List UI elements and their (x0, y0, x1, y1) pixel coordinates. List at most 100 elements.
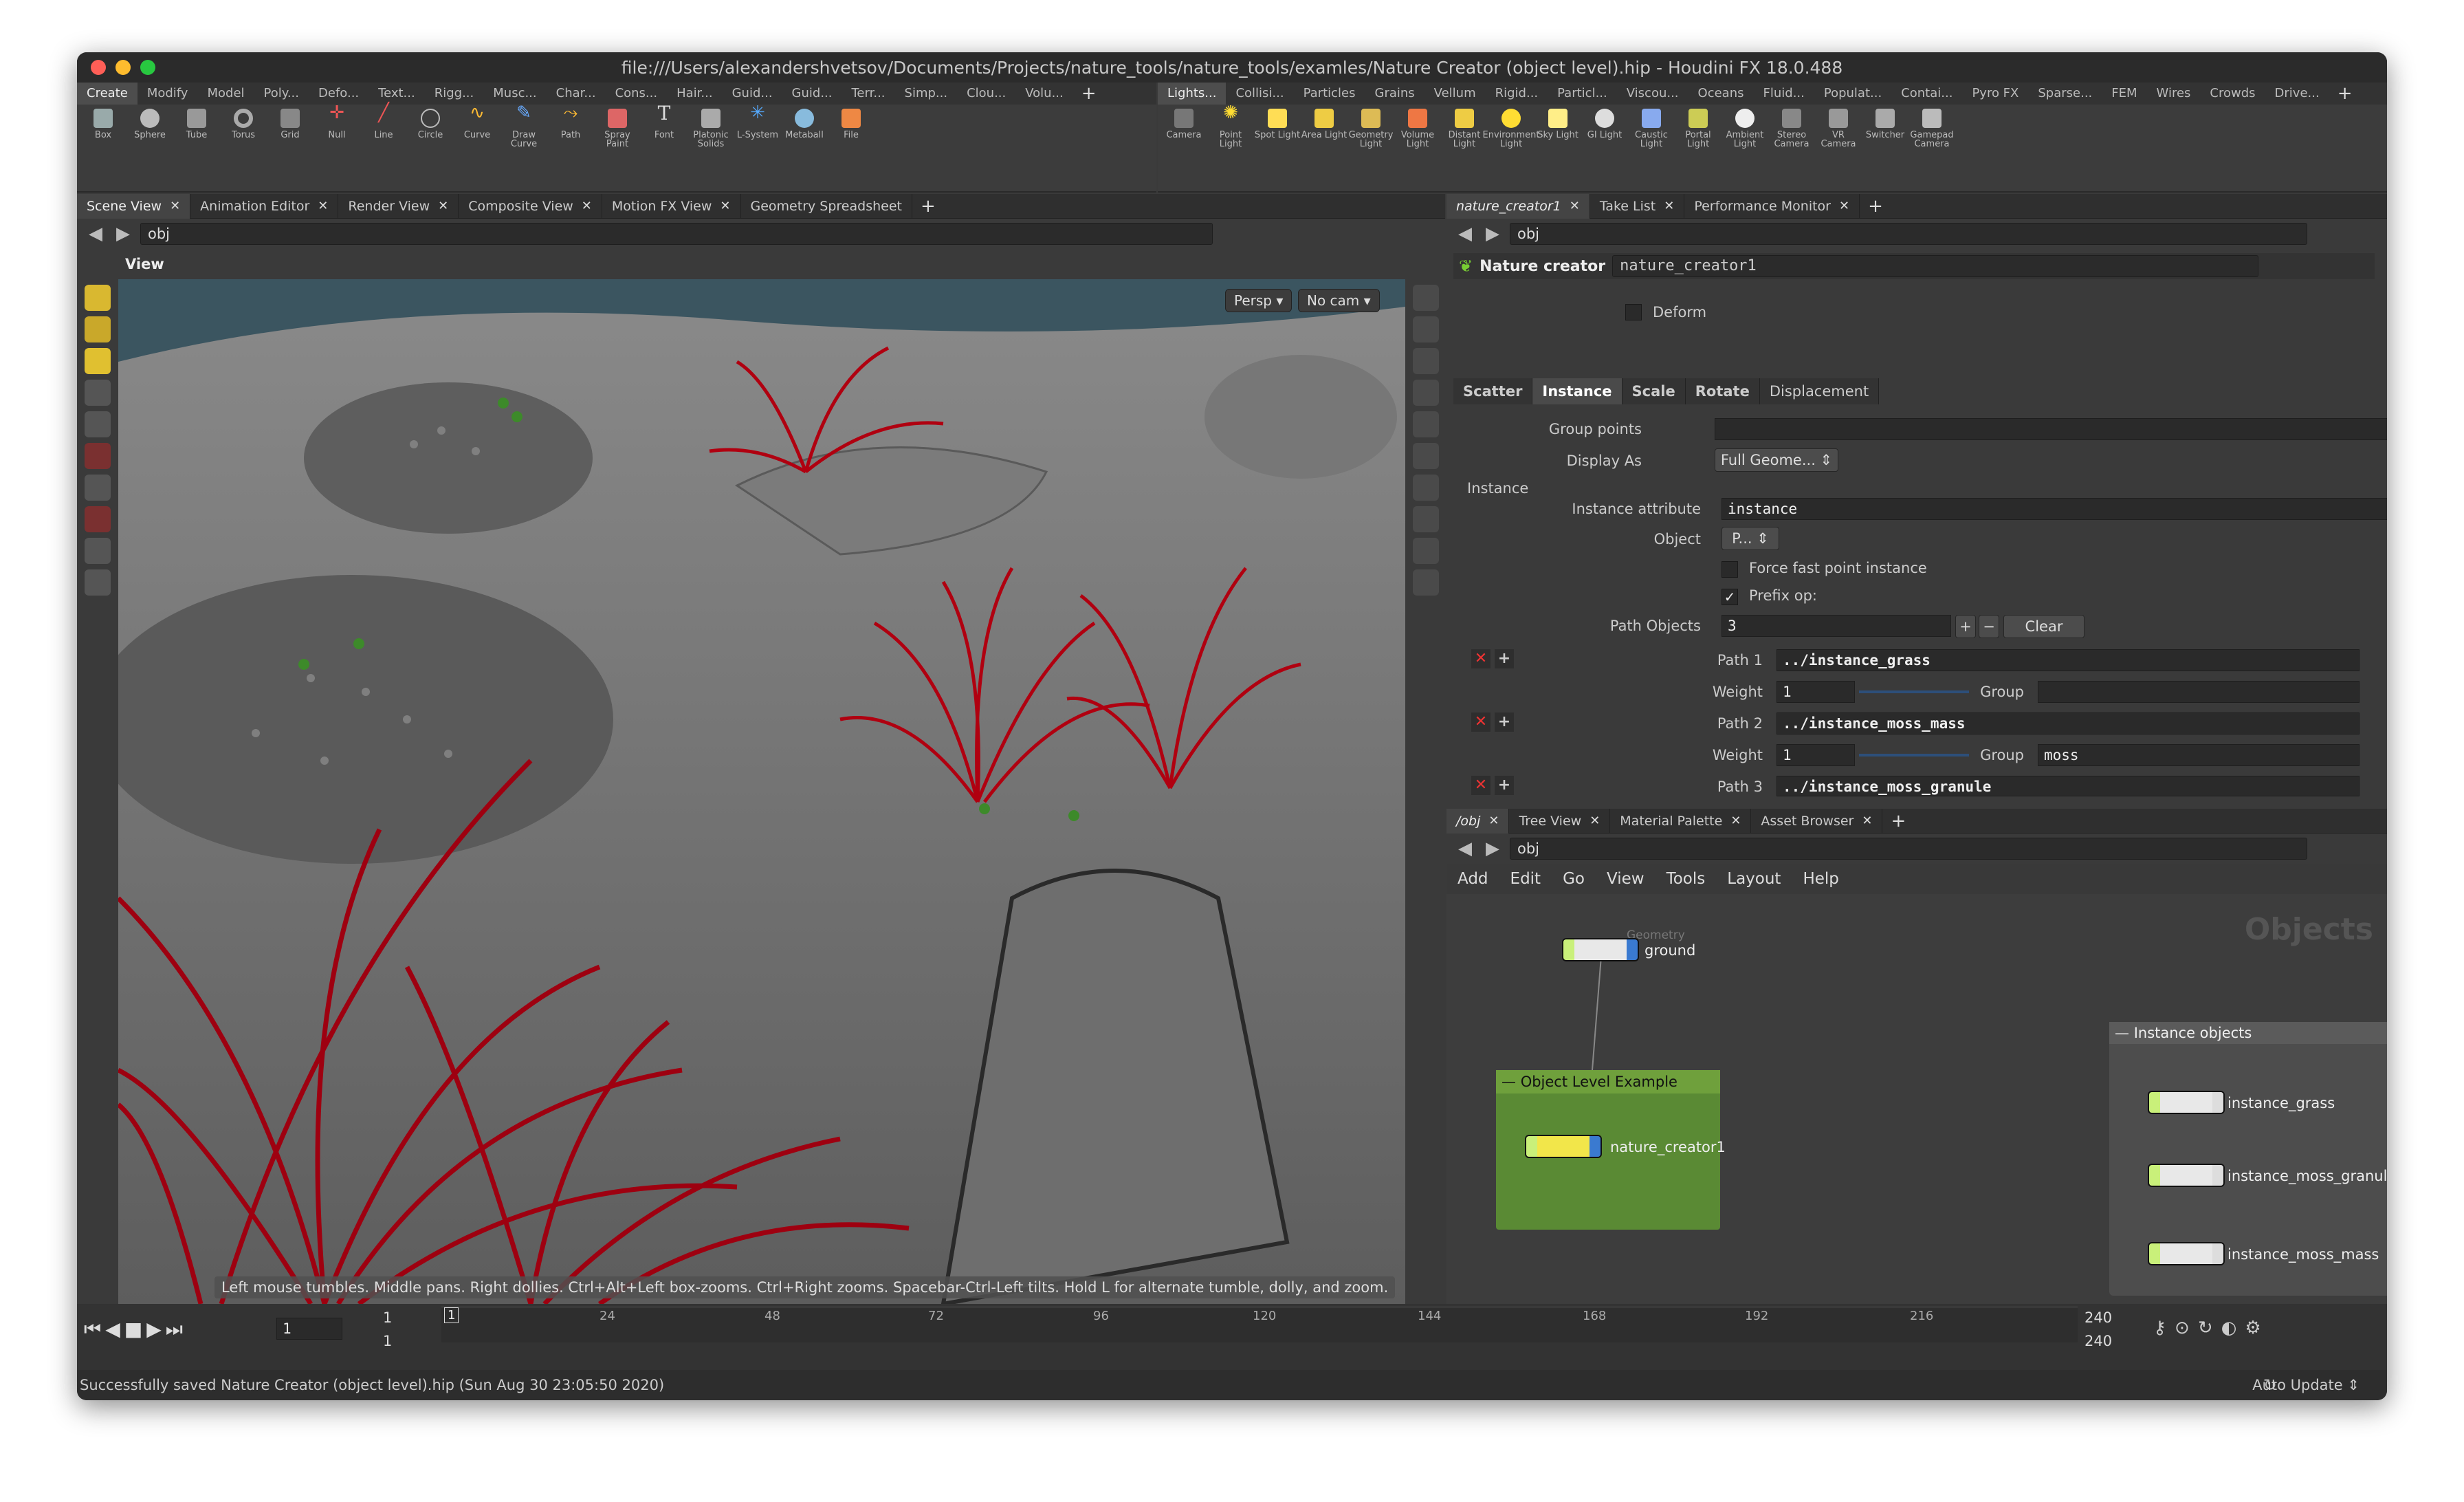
path-objects-count[interactable]: 3 (1722, 615, 1951, 637)
close-icon[interactable]: ✕ (1664, 194, 1674, 219)
light-icon[interactable] (1413, 411, 1439, 437)
add-tab-icon[interactable]: + (912, 196, 944, 217)
node-name-field[interactable]: nature_creator1 (1612, 255, 2259, 277)
shelf-tab[interactable]: Simp... (895, 83, 958, 105)
network-path-field[interactable]: obj (1510, 838, 2307, 860)
prefix-checkbox[interactable]: ✓ (1722, 589, 1738, 605)
path-field[interactable]: ../instance_grass (1776, 649, 2360, 671)
shelf-tab[interactable]: Particl... (1548, 83, 1617, 105)
rotate-tool-icon[interactable] (85, 348, 111, 374)
shelf-tab[interactable]: Hair... (667, 83, 722, 105)
subtab-displacement[interactable]: Displacement (1759, 378, 1880, 404)
tab-material-palette[interactable]: Material Palette ✕ (1610, 808, 1752, 834)
end-frame[interactable]: 240 (2084, 1309, 2112, 1326)
point-display-icon[interactable] (1413, 506, 1439, 532)
weight-slider[interactable] (1859, 690, 1969, 693)
insert-entry-icon[interactable]: + (1495, 712, 1514, 732)
tool-gamepad-camera[interactable]: Gamepad Camera (1908, 109, 1955, 149)
start-frame[interactable]: 1 (383, 1309, 392, 1326)
camera-dropdown[interactable]: No cam ▾ (1298, 289, 1380, 312)
tool-curve[interactable]: ∿ Curve (454, 104, 500, 149)
tab-render-view[interactable]: Render View ✕ (338, 193, 459, 219)
path-field[interactable]: ../instance_moss_granule (1776, 776, 2360, 796)
info-icon[interactable] (1413, 569, 1439, 596)
tool-torus[interactable]: Torus (220, 109, 267, 149)
shelf-tab[interactable]: Musc... (483, 83, 546, 105)
lock-camera-icon[interactable] (1413, 348, 1439, 374)
ghost-icon[interactable] (1413, 380, 1439, 406)
tool-tube[interactable]: Tube (173, 109, 220, 149)
playhead[interactable]: 1 (444, 1307, 459, 1323)
tool-volume-light[interactable]: Volume Light (1394, 109, 1441, 149)
shading-icon[interactable] (1413, 316, 1439, 342)
tool-ambient-light[interactable]: Ambient Light (1722, 109, 1768, 149)
shelf-tab[interactable]: Model (197, 83, 254, 105)
realtime-icon[interactable]: ⊙ (2175, 1318, 2190, 1338)
add-shelf-icon[interactable]: + (2329, 83, 2361, 104)
close-icon[interactable]: ✕ (1570, 194, 1580, 219)
back-arrow-icon[interactable]: ◀ (1455, 838, 1475, 859)
subtab-rotate[interactable]: Rotate (1685, 378, 1760, 404)
tool-file[interactable]: File (828, 109, 874, 149)
tab-performance-monitor[interactable]: Performance Monitor ✕ (1684, 193, 1860, 219)
shelf-tab[interactable]: Create (77, 83, 138, 105)
group-field[interactable] (2038, 681, 2360, 703)
tool-area-light[interactable]: Area Light (1301, 109, 1348, 149)
normals-icon[interactable] (1413, 538, 1439, 564)
tab-motion-fx-view[interactable]: Motion FX View ✕ (602, 193, 741, 219)
shelf-tab[interactable]: Oceans (1688, 83, 1754, 105)
close-icon[interactable]: ✕ (438, 194, 448, 219)
object-dropdown[interactable]: P... ⇕ (1722, 527, 1779, 550)
group-points-field[interactable] (1715, 418, 2387, 440)
remove-multiparm-icon[interactable]: − (1979, 615, 1999, 638)
close-icon[interactable]: ✕ (1862, 809, 1872, 834)
tool-line[interactable]: ╱ Line (360, 104, 407, 149)
close-icon[interactable]: ✕ (1730, 809, 1741, 834)
tool-spray-paint[interactable]: Spray Paint (594, 109, 641, 149)
remove-entry-icon[interactable]: ✕ (1471, 776, 1490, 795)
tool-circle[interactable]: Circle (407, 109, 454, 149)
close-icon[interactable]: ✕ (582, 194, 592, 219)
visibility-icon[interactable] (85, 538, 111, 564)
persp-dropdown[interactable]: Persp ▾ (1225, 289, 1292, 312)
update-mode-dropdown[interactable]: Auto Update ⇕ (2252, 1377, 2360, 1393)
forward-arrow-icon[interactable]: ▶ (1482, 838, 1503, 859)
key-icon[interactable]: ⚷ (2153, 1318, 2166, 1338)
headlight-icon[interactable] (1413, 443, 1439, 469)
close-icon[interactable]: ✕ (1839, 194, 1849, 219)
timeline-track[interactable]: 24 48 72 96 120 144 168 192 216 1 (441, 1307, 2078, 1342)
insert-entry-icon[interactable]: + (1495, 776, 1514, 795)
tab-scene-view[interactable]: Scene View ✕ (77, 193, 191, 219)
instance-grass-node[interactable] (2148, 1091, 2225, 1114)
tool-distant-light[interactable]: Distant Light (1441, 109, 1488, 149)
instance-moss-granule-node[interactable] (2148, 1164, 2225, 1187)
tab-obj[interactable]: /obj ✕ (1446, 808, 1510, 834)
close-icon[interactable]: ✕ (720, 194, 730, 219)
shelf-tab[interactable]: Crowds (2200, 83, 2265, 105)
camera-tool-icon[interactable] (85, 569, 111, 596)
weight-slider[interactable] (1859, 754, 1969, 757)
loop-icon[interactable]: ↻ (2198, 1318, 2213, 1338)
shelf-tab[interactable]: Text... (368, 83, 425, 105)
tab-take-list[interactable]: Take List ✕ (1590, 193, 1685, 219)
display-options-icon[interactable] (1413, 285, 1439, 311)
insert-entry-icon[interactable]: + (1495, 649, 1514, 668)
play-icon[interactable]: ▶ (146, 1318, 162, 1341)
ground-node[interactable] (1562, 938, 1639, 961)
clear-button[interactable]: Clear (2003, 615, 2084, 638)
close-icon[interactable]: ✕ (318, 194, 328, 219)
shelf-tab[interactable]: Sparse... (2028, 83, 2102, 105)
stop-icon[interactable]: ■ (124, 1318, 142, 1341)
close-window-button[interactable] (91, 60, 106, 75)
tool-metaball[interactable]: Metaball (781, 109, 828, 149)
forward-arrow-icon[interactable]: ▶ (113, 224, 133, 244)
shelf-tab[interactable]: Collisi... (1226, 83, 1293, 105)
tool-point-light[interactable]: ✺ Point Light (1207, 104, 1254, 149)
tool-portal-light[interactable]: Portal Light (1675, 109, 1722, 149)
nature-creator-node[interactable] (1525, 1135, 1602, 1158)
shelf-tab[interactable]: Particles (1294, 83, 1365, 105)
remove-entry-icon[interactable]: ✕ (1471, 649, 1490, 668)
force-fast-checkbox[interactable] (1722, 561, 1738, 578)
tab-geometry-spreadsheet[interactable]: Geometry Spreadsheet (741, 193, 912, 219)
tool-camera[interactable]: Camera (1160, 109, 1207, 149)
